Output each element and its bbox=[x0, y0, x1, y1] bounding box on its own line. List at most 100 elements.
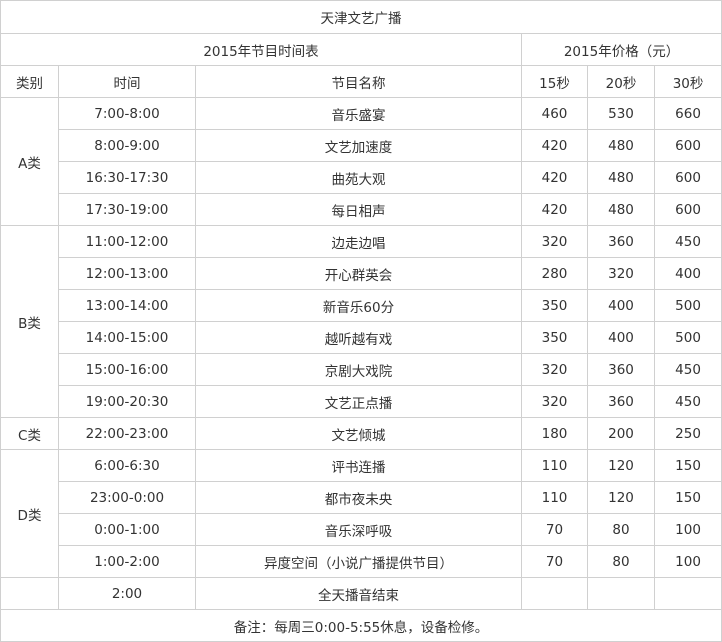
program-name-cell: 异度空间（小说广播提供节目） bbox=[195, 545, 522, 578]
price-20s-cell: 480 bbox=[587, 193, 655, 226]
time-cell: 12:00-13:00 bbox=[58, 257, 196, 290]
category-cell: B类 bbox=[0, 225, 59, 418]
end-of-broadcast-row: 2:00 全天播音结束 bbox=[0, 577, 722, 610]
time-cell: 23:00-0:00 bbox=[58, 481, 196, 514]
time-cell: 17:30-19:00 bbox=[58, 193, 196, 226]
program-name-cell: 边走边唱 bbox=[195, 225, 522, 258]
price-30s-cell: 450 bbox=[653, 385, 722, 418]
program-name-cell: 音乐盛宴 bbox=[195, 97, 522, 130]
program-name-cell: 都市夜未央 bbox=[195, 481, 522, 514]
column-header-category: 类别 bbox=[0, 65, 59, 98]
table-row: 16:30-17:30 曲苑大观 420 480 600 bbox=[1, 161, 722, 194]
price-20s-cell: 480 bbox=[587, 129, 655, 162]
program-name-cell: 文艺倾城 bbox=[195, 417, 522, 450]
time-cell: 0:00-1:00 bbox=[58, 513, 196, 546]
column-header-program: 节目名称 bbox=[195, 65, 522, 98]
price-20s-cell: 80 bbox=[587, 513, 655, 546]
price-30s-cell: 660 bbox=[653, 97, 722, 130]
section-header-row: 2015年节目时间表 2015年价格（元） bbox=[0, 33, 722, 66]
table-row: 14:00-15:00 越听越有戏 350 400 500 bbox=[1, 321, 722, 354]
note-row: 备注：每周三0:00-5:55休息，设备检修。 bbox=[0, 609, 722, 642]
category-cell: D类 bbox=[0, 449, 59, 578]
schedule-header: 2015年节目时间表 bbox=[0, 33, 522, 66]
price-30s-cell: 450 bbox=[653, 353, 722, 386]
price-30s-cell: 150 bbox=[653, 449, 722, 482]
table-row: 15:00-16:00 京剧大戏院 320 360 450 bbox=[1, 353, 722, 386]
price-30s-cell: 100 bbox=[653, 513, 722, 546]
time-cell: 13:00-14:00 bbox=[58, 289, 196, 322]
price-15s-cell: 350 bbox=[521, 289, 588, 322]
price-30s-cell: 400 bbox=[653, 257, 722, 290]
price-20s-cell: 200 bbox=[587, 417, 655, 450]
table-row: A类 7:00-8:00 音乐盛宴 460 530 660 bbox=[0, 97, 722, 226]
price-15s-cell: 280 bbox=[521, 257, 588, 290]
column-header-row: 类别 时间 节目名称 15秒 20秒 30秒 bbox=[0, 65, 722, 98]
price-15s-cell: 110 bbox=[521, 481, 588, 514]
column-header-15s: 15秒 bbox=[521, 65, 588, 98]
price-30s-cell: 600 bbox=[653, 161, 722, 194]
price-30s-cell: 600 bbox=[653, 193, 722, 226]
time-cell: 11:00-12:00 bbox=[58, 225, 196, 258]
program-name-cell: 曲苑大观 bbox=[195, 161, 522, 194]
price-15s-cell: 70 bbox=[521, 513, 588, 546]
category-cell: A类 bbox=[0, 97, 59, 226]
end-row-price-20s bbox=[587, 577, 655, 610]
end-row-time: 2:00 bbox=[58, 577, 196, 610]
time-cell: 1:00-2:00 bbox=[58, 545, 196, 578]
price-30s-cell: 150 bbox=[653, 481, 722, 514]
price-15s-cell: 70 bbox=[521, 545, 588, 578]
price-15s-cell: 460 bbox=[521, 97, 588, 130]
price-30s-cell: 450 bbox=[653, 225, 722, 258]
column-header-20s: 20秒 bbox=[587, 65, 655, 98]
price-30s-cell: 600 bbox=[653, 129, 722, 162]
end-row-program: 全天播音结束 bbox=[195, 577, 522, 610]
schedule-price-table: 天津文艺广播 2015年节目时间表 2015年价格（元） 类别 时间 节目名称 … bbox=[0, 0, 722, 642]
price-20s-cell: 80 bbox=[587, 545, 655, 578]
time-cell: 19:00-20:30 bbox=[58, 385, 196, 418]
time-cell: 6:00-6:30 bbox=[58, 449, 196, 482]
program-name-cell: 文艺加速度 bbox=[195, 129, 522, 162]
column-header-time: 时间 bbox=[58, 65, 196, 98]
table-body: 天津文艺广播 2015年节目时间表 2015年价格（元） 类别 时间 节目名称 … bbox=[0, 0, 722, 642]
price-20s-cell: 480 bbox=[587, 161, 655, 194]
table-row: 1:00-2:00 异度空间（小说广播提供节目） 70 80 100 bbox=[1, 545, 722, 578]
price-15s-cell: 320 bbox=[521, 225, 588, 258]
footnote: 备注：每周三0:00-5:55休息，设备检修。 bbox=[0, 609, 722, 642]
price-20s-cell: 120 bbox=[587, 481, 655, 514]
table-row: C类 22:00-23:00 文艺倾城 180 200 250 bbox=[0, 417, 722, 450]
price-30s-cell: 500 bbox=[653, 321, 722, 354]
price-15s-cell: 420 bbox=[521, 161, 588, 194]
price-15s-cell: 320 bbox=[521, 385, 588, 418]
title-row: 天津文艺广播 bbox=[0, 0, 722, 34]
column-header-30s: 30秒 bbox=[653, 65, 722, 98]
price-15s-cell: 180 bbox=[521, 417, 588, 450]
price-15s-cell: 320 bbox=[521, 353, 588, 386]
program-name-cell: 音乐深呼吸 bbox=[195, 513, 522, 546]
program-name-cell: 开心群英会 bbox=[195, 257, 522, 290]
time-cell: 7:00-8:00 bbox=[58, 97, 196, 130]
time-cell: 16:30-17:30 bbox=[58, 161, 196, 194]
table-row: 8:00-9:00 文艺加速度 420 480 600 bbox=[1, 129, 722, 162]
time-cell: 14:00-15:00 bbox=[58, 321, 196, 354]
program-name-cell: 文艺正点播 bbox=[195, 385, 522, 418]
price-20s-cell: 400 bbox=[587, 289, 655, 322]
table-row: 0:00-1:00 音乐深呼吸 70 80 100 bbox=[1, 513, 722, 546]
price-20s-cell: 360 bbox=[587, 353, 655, 386]
table-row: 19:00-20:30 文艺正点播 320 360 450 bbox=[1, 385, 722, 418]
price-20s-cell: 360 bbox=[587, 225, 655, 258]
table-row: 17:30-19:00 每日相声 420 480 600 bbox=[1, 193, 722, 226]
time-cell: 8:00-9:00 bbox=[58, 129, 196, 162]
table-row: 23:00-0:00 都市夜未央 110 120 150 bbox=[1, 481, 722, 514]
table-row: B类 11:00-12:00 边走边唱 320 360 450 bbox=[0, 225, 722, 418]
time-cell: 22:00-23:00 bbox=[58, 417, 196, 450]
table-row: 12:00-13:00 开心群英会 280 320 400 bbox=[1, 257, 722, 290]
end-row-category bbox=[0, 577, 59, 610]
price-20s-cell: 320 bbox=[587, 257, 655, 290]
table-title: 天津文艺广播 bbox=[0, 0, 722, 34]
end-row-price-30s bbox=[653, 577, 722, 610]
price-20s-cell: 400 bbox=[587, 321, 655, 354]
price-15s-cell: 420 bbox=[521, 129, 588, 162]
price-15s-cell: 350 bbox=[521, 321, 588, 354]
program-name-cell: 京剧大戏院 bbox=[195, 353, 522, 386]
price-30s-cell: 500 bbox=[653, 289, 722, 322]
